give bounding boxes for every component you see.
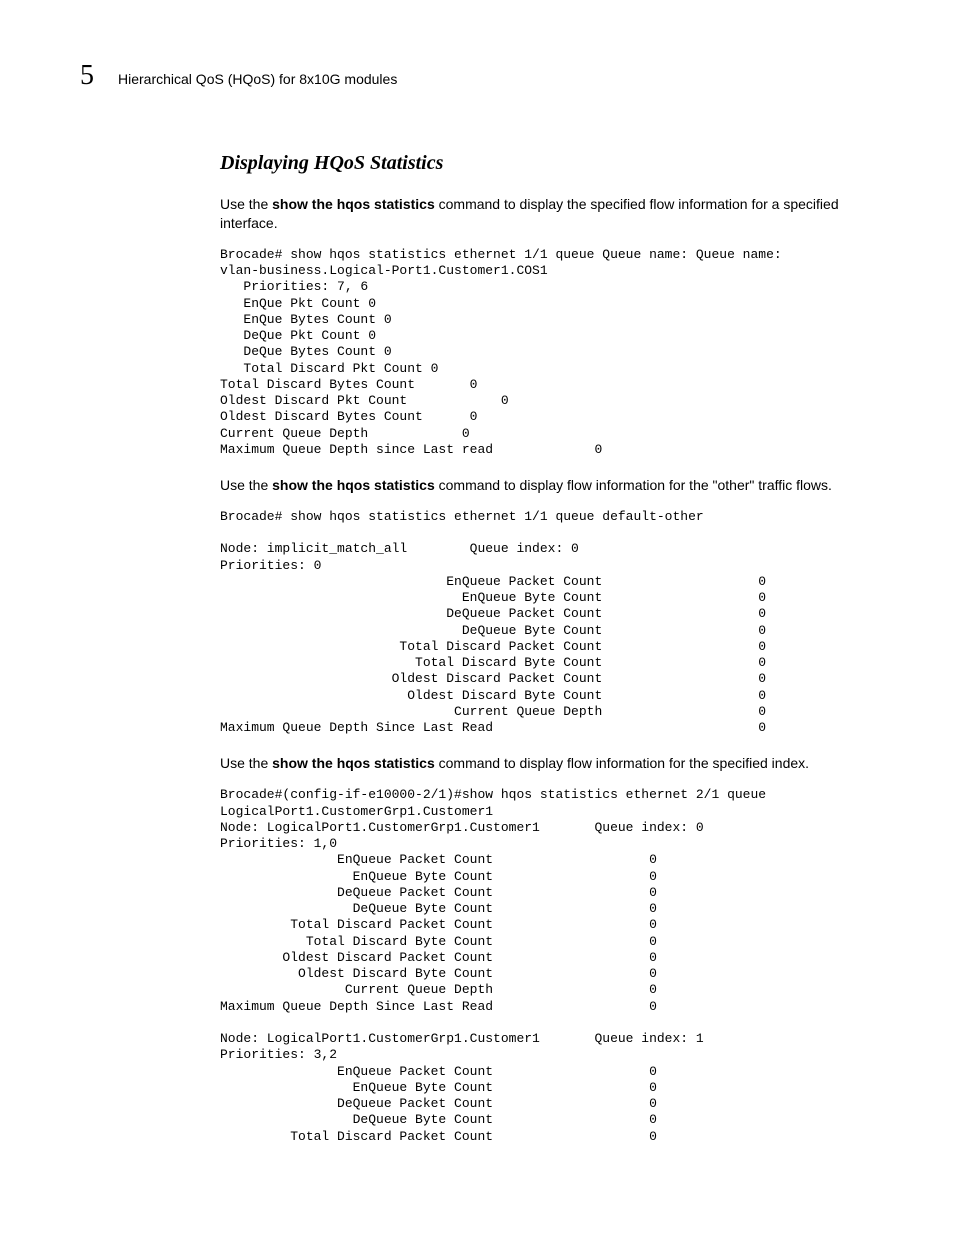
code-block-1: Brocade# show hqos statistics ethernet 1… xyxy=(220,247,874,458)
code-block-2: Brocade# show hqos statistics ethernet 1… xyxy=(220,509,874,737)
p3-command: show the hqos statistics xyxy=(272,755,435,771)
p3-post: command to display flow information for … xyxy=(435,755,809,771)
code-block-3: Brocade#(config-if-e10000-2/1)#show hqos… xyxy=(220,787,874,1145)
section-title: Displaying HQoS Statistics xyxy=(220,152,874,175)
main-content: Displaying HQoS Statistics Use the show … xyxy=(220,152,874,1145)
paragraph-1: Use the show the hqos statistics command… xyxy=(220,195,874,233)
paragraph-3: Use the show the hqos statistics command… xyxy=(220,754,874,773)
p2-post: command to display flow information for … xyxy=(435,477,832,493)
p1-pre: Use the xyxy=(220,196,272,212)
paragraph-2: Use the show the hqos statistics command… xyxy=(220,476,874,495)
chapter-number: 5 xyxy=(80,60,94,92)
chapter-title: Hierarchical QoS (HQoS) for 8x10G module… xyxy=(118,71,397,87)
page-header: 5 Hierarchical QoS (HQoS) for 8x10G modu… xyxy=(80,60,874,92)
p2-pre: Use the xyxy=(220,477,272,493)
p2-command: show the hqos statistics xyxy=(272,477,435,493)
p1-command: show the hqos statistics xyxy=(272,196,435,212)
p3-pre: Use the xyxy=(220,755,272,771)
